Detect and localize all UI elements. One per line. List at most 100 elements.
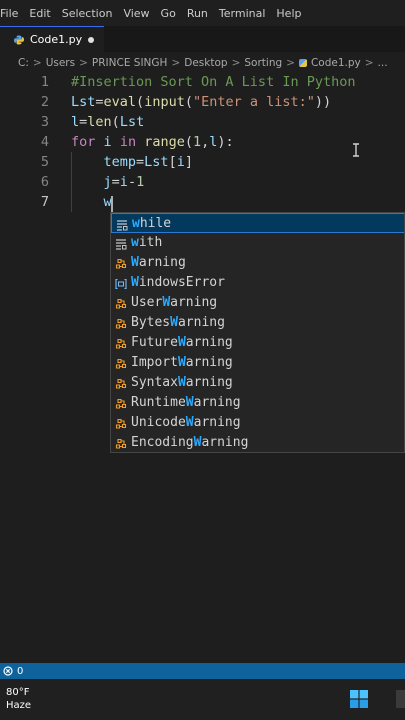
code-token: ( — [111, 114, 120, 130]
suggestion-item[interactable]: FutureWarning — [111, 333, 404, 353]
suggestion-match-highlight: w — [131, 235, 139, 250]
breadcrumb-item[interactable]: Sorting — [244, 57, 282, 69]
suggestion-match-highlight: W — [131, 255, 139, 270]
code-token: - — [127, 174, 137, 190]
code-token: i — [176, 154, 185, 170]
breadcrumb-item[interactable]: PRINCE SINGH — [92, 57, 168, 69]
menu-go[interactable]: Go — [161, 7, 187, 20]
code-line[interactable]: 7 w — [0, 192, 405, 212]
code-token: #Insertion Sort On A List In Python — [71, 74, 356, 90]
code-token: ): — [217, 134, 234, 150]
suggestion-item[interactable]: ImportWarning — [111, 353, 404, 373]
text-cursor-icon — [351, 142, 361, 157]
class-icon — [115, 417, 127, 429]
breadcrumb-item[interactable]: Desktop — [184, 57, 227, 69]
error-icon[interactable] — [3, 666, 13, 676]
suggestion-item[interactable]: UserWarning — [111, 293, 404, 313]
windows-start-icon[interactable] — [350, 690, 368, 708]
suggestion-item[interactable]: SyntaxWarning — [111, 373, 404, 393]
breadcrumb-separator: > — [171, 57, 181, 69]
code-token: i — [119, 174, 128, 190]
code-token: input — [144, 94, 185, 110]
menu-help[interactable]: Help — [276, 7, 312, 20]
weather-condition: Haze — [6, 700, 32, 711]
suggestion-item[interactable]: Warning — [111, 253, 404, 273]
breadcrumb-separator: > — [79, 57, 88, 69]
suggestion-item[interactable]: with — [111, 233, 404, 253]
suggestion-match-highlight: W — [162, 295, 171, 310]
python-file-icon — [14, 35, 24, 45]
suggestion-item[interactable]: while — [111, 213, 404, 233]
menu-terminal[interactable]: Terminal — [219, 7, 277, 20]
code-text: w — [71, 192, 112, 212]
code-token: = — [111, 174, 120, 190]
code-token: len — [87, 114, 112, 130]
menu-file[interactable]: File — [0, 7, 29, 20]
class-icon — [115, 397, 127, 409]
suggestion-match-highlight: w — [132, 216, 140, 231]
code-token: = — [136, 154, 145, 170]
class-icon — [115, 377, 127, 389]
code-line[interactable]: 3 l=len(Lst — [0, 112, 405, 132]
autocomplete-suggestions[interactable]: while with Warning WindowsError UserWarning B… — [110, 212, 405, 453]
suggestion-item[interactable]: RuntimeWarning — [111, 393, 404, 413]
class-icon — [115, 437, 127, 449]
indent-guide — [71, 152, 72, 212]
code-token: ] — [184, 154, 193, 170]
code-token: "Enter a list:" — [192, 94, 315, 110]
breadcrumb-separator: > — [364, 57, 374, 69]
suggestion-label: UnicodeWarning — [131, 415, 241, 430]
problems-count[interactable]: 0 — [17, 666, 23, 677]
code-token: temp — [103, 154, 137, 170]
breadcrumb-item[interactable]: Code1.py — [311, 57, 361, 69]
breadcrumb-item[interactable]: Users — [46, 57, 75, 69]
taskbar-app-icon[interactable] — [396, 690, 405, 708]
code-token: [ — [168, 154, 177, 170]
breadcrumb-item[interactable]: ... — [378, 57, 388, 69]
suggestion-label: RuntimeWarning — [131, 395, 241, 410]
code-token: for — [71, 134, 96, 150]
breadcrumb-item[interactable]: C: — [18, 57, 29, 69]
code-line[interactable]: 1 #Insertion Sort On A List In Python — [0, 72, 405, 92]
suggestion-item[interactable]: WindowsError — [111, 273, 404, 293]
suggestion-match-highlight: W — [177, 355, 186, 370]
menu-selection[interactable]: Selection — [62, 7, 124, 20]
breadcrumb-separator: > — [286, 57, 295, 69]
code-text: l=len(Lst — [71, 112, 144, 132]
menu-run[interactable]: Run — [187, 7, 219, 20]
tab-code1-py[interactable]: Code1.py — [0, 26, 104, 52]
menu-view[interactable]: View — [123, 7, 160, 20]
class-icon — [115, 257, 127, 269]
code-line[interactable]: 6 j=i-1 — [0, 172, 405, 192]
suggestion-item[interactable]: BytesWarning — [111, 313, 404, 333]
status-bar: 0 — [0, 663, 405, 679]
code-text: temp=Lst[i] — [71, 152, 193, 172]
code-line[interactable]: 2 Lst=eval(input("Enter a list:")) — [0, 92, 405, 112]
snippet-icon — [116, 218, 128, 231]
suggestion-label: WindowsError — [131, 275, 225, 290]
code-token: in — [119, 134, 137, 150]
line-number: 6 — [40, 174, 49, 190]
weather-widget[interactable]: 80°F Haze — [6, 686, 31, 712]
code-token: ( — [184, 94, 193, 110]
suggestion-match-highlight: W — [170, 315, 178, 330]
code-text: Lst=eval(input("Enter a list:")) — [71, 92, 331, 112]
code-token: Lst — [119, 114, 145, 130]
code-text: j=i-1 — [71, 172, 145, 192]
menu-edit[interactable]: Edit — [29, 7, 61, 20]
code-line[interactable]: 4 for i in range(1,l): — [0, 132, 405, 152]
code-token: j — [103, 174, 112, 190]
class-icon — [115, 357, 127, 369]
suggestion-label: while — [132, 216, 172, 231]
suggestion-item[interactable]: UnicodeWarning — [111, 413, 404, 433]
suggestion-match-highlight: W — [185, 415, 194, 430]
code-line[interactable]: 5 temp=Lst[i] — [0, 152, 405, 172]
suggestion-item[interactable]: EncodingWarning — [111, 433, 404, 452]
unsaved-dot-icon[interactable] — [88, 37, 94, 43]
suggestion-match-highlight: W — [177, 335, 186, 350]
code-text: #Insertion Sort On A List In Python — [71, 72, 355, 92]
